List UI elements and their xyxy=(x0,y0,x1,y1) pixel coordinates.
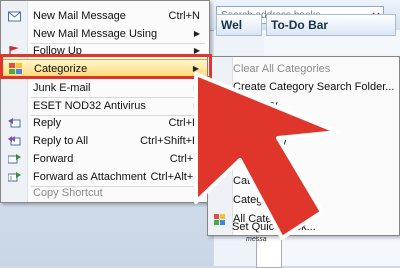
menu-item-shortcut: Ctrl+F xyxy=(169,153,200,165)
submenu-item-category-1[interactable]: Category xyxy=(209,96,398,115)
categorize-submenu: Clear All Categories Create Category Sea… xyxy=(207,56,400,236)
menu-item-junk-email[interactable]: Junk E-mail ▶ xyxy=(2,79,208,97)
forward-icon xyxy=(8,154,21,164)
submenu-item-label: Category xyxy=(233,99,278,111)
menu-item-forward[interactable]: Forward Ctrl+F xyxy=(2,150,208,168)
menu-item-new-mail-message-using[interactable]: New Mail Message Using ▶ xyxy=(2,25,208,43)
annotation-highlight-box xyxy=(0,54,212,79)
menu-item-label: New Mail Message Using xyxy=(33,28,158,40)
menu-item-label: Reply to All xyxy=(33,135,89,147)
menu-item-shortcut: Ctrl+R xyxy=(168,117,200,129)
submenu-item-label: Category xyxy=(233,175,278,187)
submenu-item-category-2[interactable]: egory xyxy=(209,115,398,134)
menu-item-reply-to-all[interactable]: Reply to All Ctrl+Shift+R xyxy=(2,132,208,150)
submenu-item-category-5[interactable]: Category xyxy=(209,172,398,191)
menu-item-shortcut: Ctrl+N xyxy=(168,10,200,22)
submenu-item-label: egory xyxy=(263,118,291,130)
menu-item-label: Reply xyxy=(33,117,62,129)
submenu-item-category-4[interactable]: ory xyxy=(209,153,398,172)
context-menu: New Mail Message Ctrl+N New Mail Message… xyxy=(0,0,210,203)
mail-item-fragment-text: messa xyxy=(246,236,267,243)
submenu-item-clear-all-categories[interactable]: Clear All Categories xyxy=(209,60,398,79)
menu-item-label: Forward xyxy=(33,153,74,165)
submenu-item-category-6[interactable]: Category xyxy=(209,191,398,210)
submenu-arrow-icon: ▶ xyxy=(193,29,200,38)
submenu-item-label: Clear All Categories xyxy=(233,63,331,75)
submenu-item-label: Create Category Search Folder... xyxy=(233,81,395,93)
pane-header-todo-bar: To-Do Bar xyxy=(266,14,396,36)
submenu-item-label: ory xyxy=(271,137,287,149)
submenu-item-category-3[interactable]: ory xyxy=(209,134,398,153)
menu-item-new-mail-message[interactable]: New Mail Message Ctrl+N xyxy=(2,7,208,25)
forward-attachment-icon xyxy=(8,172,21,182)
reply-icon xyxy=(8,118,21,128)
submenu-item-create-category-search-folder[interactable]: Create Category Search Folder... xyxy=(209,78,398,97)
menu-item-label: ESET NOD32 Antivirus xyxy=(33,100,146,112)
menu-item-label: Junk E-mail xyxy=(33,82,91,94)
menu-item-shortcut: Ctrl+Shift+R xyxy=(140,135,200,147)
menu-item-copy-shortcut[interactable]: Copy Shortcut xyxy=(2,184,208,202)
pane-header-welcome: Wel xyxy=(216,14,262,36)
menu-item-reply[interactable]: Reply Ctrl+R xyxy=(2,114,208,132)
submenu-arrow-icon: ▶ xyxy=(193,101,200,110)
menu-item-label: Copy Shortcut xyxy=(33,187,103,199)
submenu-item-set-quick-click-row[interactable]: Set Quick Click... xyxy=(208,218,398,236)
submenu-item-label: Set Quick Click... xyxy=(232,221,316,233)
menu-item-label: New Mail Message xyxy=(33,10,126,22)
reply-all-icon xyxy=(8,136,21,146)
menu-item-eset-nod32[interactable]: ESET NOD32 Antivirus ▶ xyxy=(2,97,208,115)
submenu-arrow-icon: ▶ xyxy=(193,83,200,92)
new-mail-icon xyxy=(8,11,21,22)
submenu-item-label: ory xyxy=(271,156,287,168)
submenu-item-label: Category xyxy=(233,194,278,206)
